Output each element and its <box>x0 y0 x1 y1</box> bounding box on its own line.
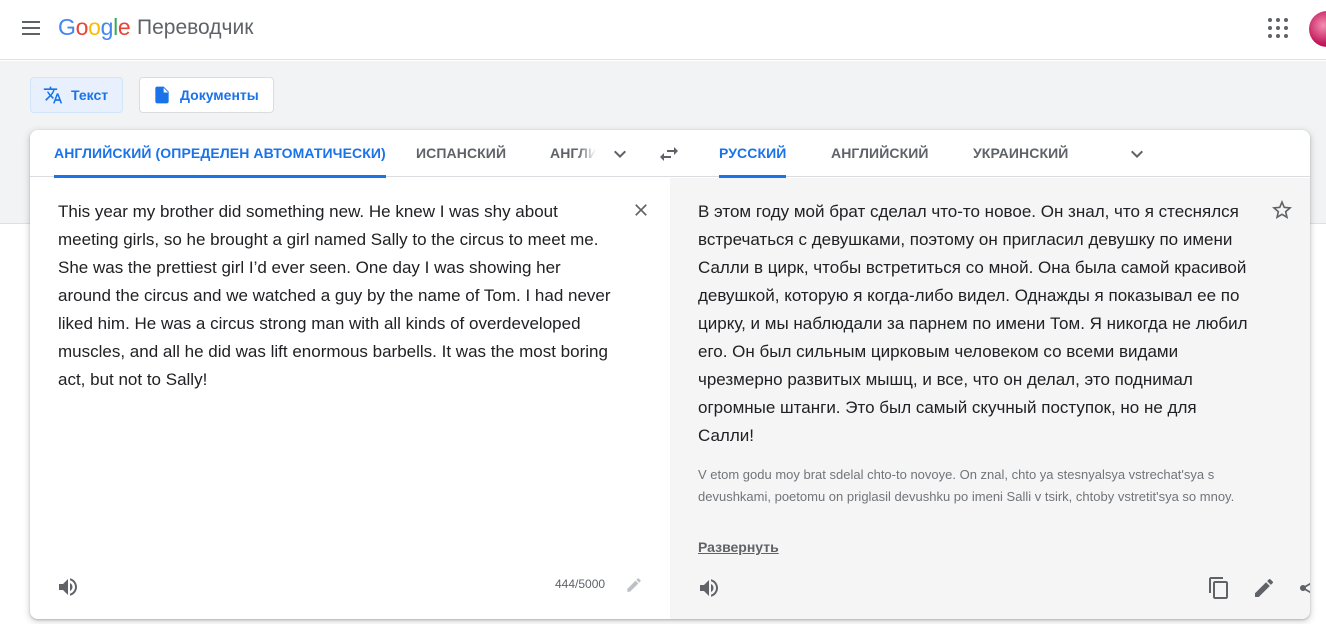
target-speaker-icon[interactable] <box>697 576 721 600</box>
product-name: Переводчик <box>137 16 254 39</box>
apps-grid-icon[interactable] <box>1268 18 1290 40</box>
target-lang-chevron-down-icon[interactable] <box>1125 142 1149 166</box>
text-mode-button[interactable]: Текст <box>30 77 124 113</box>
logo-letter: e <box>117 14 131 40</box>
source-pane: This year my brother did something new. … <box>30 178 670 619</box>
tab-source-detected[interactable]: АНГЛИЙСКИЙ (ОПРЕДЕЛЕН АВТОМАТИЧЕСКИ) <box>54 130 386 178</box>
text-mode-label: Текст <box>71 87 109 103</box>
handwriting-pencil-icon[interactable] <box>625 576 643 594</box>
tab-target-english[interactable]: АНГЛИЙСКИЙ <box>831 130 929 177</box>
logo-letter: g <box>100 14 114 40</box>
source-text-input[interactable]: This year my brother did something new. … <box>58 198 618 394</box>
logo-letter: o <box>88 14 101 40</box>
character-counter: 444/5000 <box>555 577 606 591</box>
source-lang-chevron-down-icon[interactable] <box>608 142 632 166</box>
documents-mode-button[interactable]: Документы <box>139 77 274 113</box>
save-translation-star-icon[interactable] <box>1270 198 1294 222</box>
main-menu-icon[interactable] <box>18 17 44 41</box>
account-avatar[interactable] <box>1309 11 1326 47</box>
target-pane: В этом году мой брат сделал что-то новое… <box>670 178 1310 619</box>
google-logo[interactable]: Google <box>58 14 131 41</box>
source-speaker-icon[interactable] <box>56 575 80 599</box>
tab-target-ukrainian[interactable]: УКРАИНСКИЙ <box>973 130 1068 177</box>
tab-source-spanish[interactable]: ИСПАНСКИЙ <box>416 130 506 177</box>
translation-card: АНГЛИЙСКИЙ (ОПРЕДЕЛЕН АВТОМАТИЧЕСКИ) ИСП… <box>30 130 1310 619</box>
document-icon <box>152 85 172 105</box>
clear-text-close-icon[interactable] <box>631 200 651 220</box>
tab-source-english[interactable]: АНГЛИЙСКИЙ <box>550 130 596 177</box>
expand-link[interactable]: Развернуть <box>698 539 779 555</box>
share-icon[interactable] <box>1297 576 1310 600</box>
translate-icon <box>43 85 63 105</box>
language-tabs: АНГЛИЙСКИЙ (ОПРЕДЕЛЕН АВТОМАТИЧЕСКИ) ИСП… <box>30 130 1310 178</box>
logo-letter: G <box>58 14 76 40</box>
transliteration-text: V etom godu moy brat sdelal chto-to novo… <box>698 467 1235 504</box>
copy-icon[interactable] <box>1207 576 1231 600</box>
edit-pencil-icon[interactable] <box>1252 576 1276 600</box>
swap-languages-icon[interactable] <box>657 142 681 166</box>
logo-letter: o <box>75 14 89 40</box>
app-header: Google Переводчик <box>0 0 1326 60</box>
documents-mode-label: Документы <box>180 87 259 103</box>
translation-output: В этом году мой брат сделал что-то новое… <box>698 202 1248 445</box>
tab-target-russian[interactable]: РУССКИЙ <box>719 130 787 178</box>
